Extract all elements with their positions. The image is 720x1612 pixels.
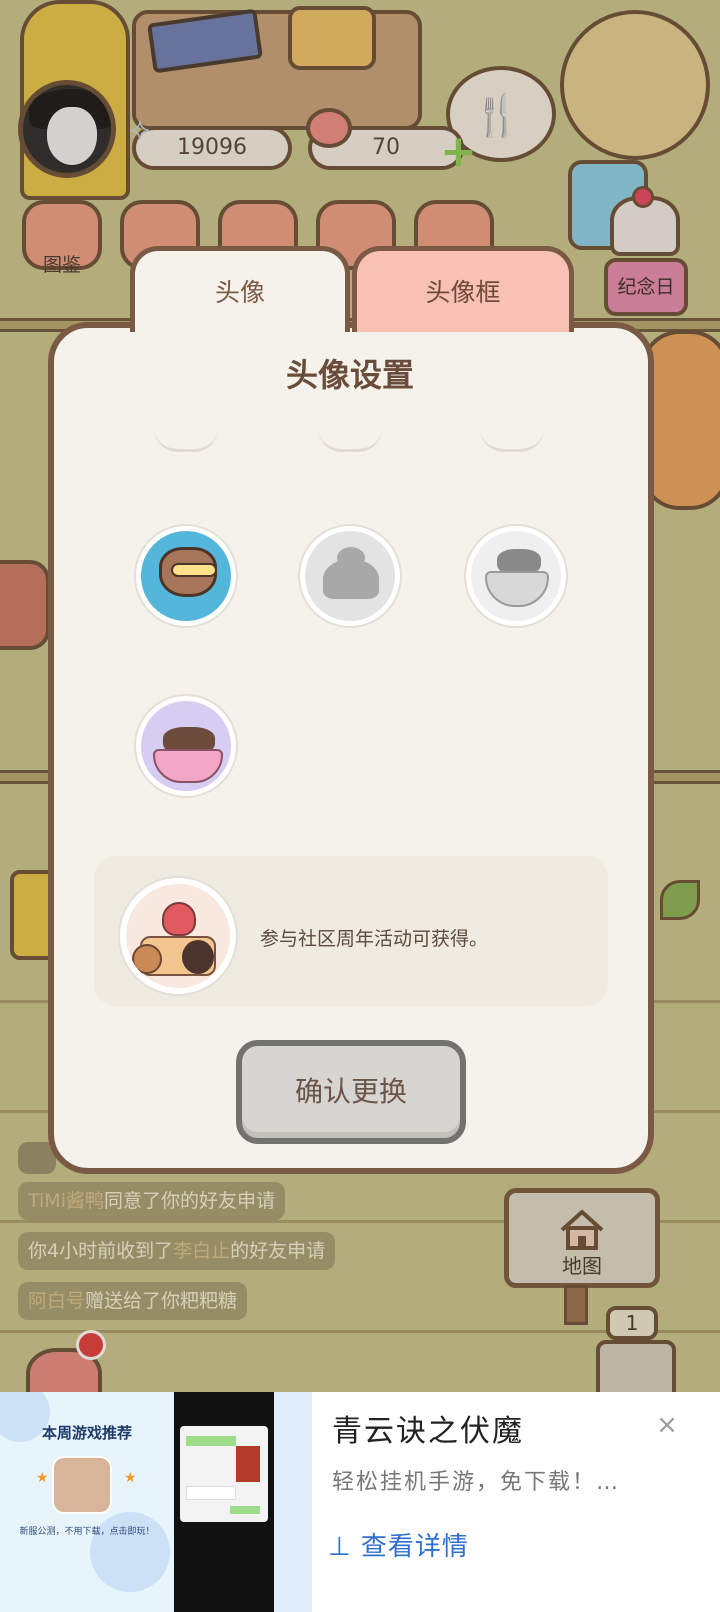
game-character-thumbnail [52,1456,112,1514]
ad-image-left: 本周游戏推荐 ★ ★ 新服公测，不用下载，点击即玩！ [0,1392,174,1612]
close-icon[interactable]: × [652,1410,682,1440]
ad-left-subtitle: 新服公测，不用下载，点击即玩！ [19,1527,155,1537]
ad-title: 青云诀之伏魔 [332,1414,524,1449]
selected-avatar-preview [120,878,236,994]
ad-banner[interactable]: 本周游戏推荐 ★ ★ 新服公测，不用下载，点击即玩！ 青云诀之伏魔 轻松挂机手游… [0,1392,720,1612]
dialog-title: 头像设置 [285,356,414,394]
avatar-option-party-teacup[interactable] [136,696,236,796]
ad-screenshot [174,1392,274,1612]
poop-icon [323,559,379,599]
tab-avatar[interactable]: 头像 [130,246,350,332]
strawberry-cake-icon [162,902,196,936]
avatar-unlock-description: 参与社区周年活动可获得。 [260,928,489,950]
confirm-change-button[interactable]: 确认更换 [236,1040,466,1144]
ad-view-details-link[interactable]: ⊥ 查看详情 [328,1526,469,1563]
avatar-option-raccoon[interactable] [136,526,236,626]
avatar-option-teacup[interactable] [466,526,566,626]
star-icon: ★ [36,1470,49,1486]
tab-avatar-frame[interactable]: 头像框 [352,246,574,332]
ad-left-title: 本周游戏推荐 [41,1424,132,1442]
star-icon: ★ [124,1470,137,1486]
ad-description: 轻松挂机手游，免下载！… [332,1470,621,1495]
avatar-option-poop[interactable] [300,526,400,626]
